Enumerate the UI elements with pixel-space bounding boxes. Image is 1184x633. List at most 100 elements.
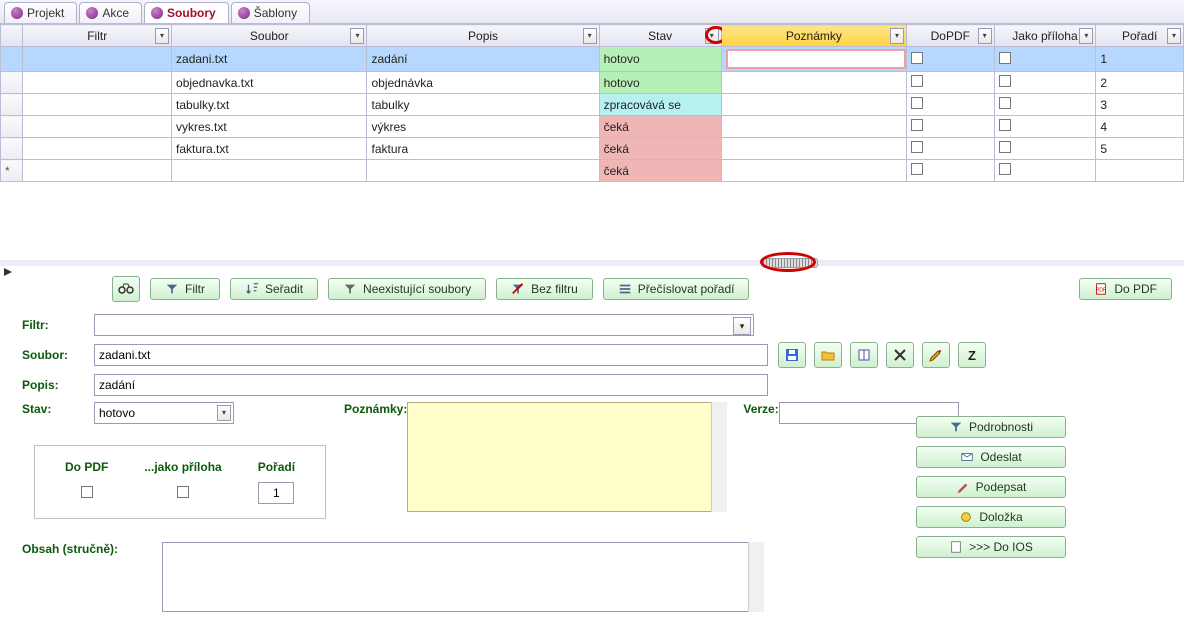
- dropdown-icon[interactable]: ▾: [155, 28, 169, 44]
- checkbox[interactable]: [999, 52, 1011, 64]
- cell-soubor[interactable]: vykres.txt: [172, 116, 367, 138]
- cell-soubor[interactable]: faktura.txt: [172, 138, 367, 160]
- checkbox[interactable]: [911, 97, 923, 109]
- cell-dopdf[interactable]: [907, 94, 995, 116]
- dropdown-icon[interactable]: ▾: [1167, 28, 1181, 44]
- row-selector-header[interactable]: [1, 25, 23, 47]
- poznamky-input[interactable]: [726, 49, 906, 69]
- cell-poradi[interactable]: 3: [1096, 94, 1184, 116]
- poznamky-textarea[interactable]: [407, 402, 727, 512]
- dropdown-icon[interactable]: ▾: [583, 28, 597, 44]
- cell-dopdf[interactable]: [907, 138, 995, 160]
- cell-popis[interactable]: výkres: [367, 116, 599, 138]
- cell-dopdf[interactable]: [907, 47, 995, 72]
- checkbox[interactable]: [911, 163, 923, 175]
- new-row[interactable]: * čeká: [1, 160, 1184, 182]
- cell-jako[interactable]: [994, 138, 1096, 160]
- seradit-button[interactable]: Seřadit: [230, 278, 318, 300]
- cell-stav[interactable]: čeká: [599, 138, 721, 160]
- dolozka-button[interactable]: Doložka: [916, 506, 1066, 528]
- cell-jako[interactable]: [994, 116, 1096, 138]
- cell-poradi[interactable]: 4: [1096, 116, 1184, 138]
- chevron-down-icon[interactable]: ▾: [217, 405, 231, 421]
- cell-stav[interactable]: čeká: [599, 116, 721, 138]
- bez-filtru-button[interactable]: Bez filtru: [496, 278, 593, 300]
- tab-sablony[interactable]: Šablony: [231, 2, 310, 23]
- col-poradi[interactable]: Pořadí▾: [1096, 25, 1184, 47]
- checkbox[interactable]: [911, 75, 923, 87]
- cell-filtr[interactable]: [23, 116, 172, 138]
- cell-poznamky[interactable]: [721, 116, 906, 138]
- scrollbar[interactable]: [748, 542, 764, 612]
- cell-filtr[interactable]: [23, 94, 172, 116]
- checkbox[interactable]: [999, 97, 1011, 109]
- book-button[interactable]: [850, 342, 878, 368]
- cell-soubor[interactable]: tabulky.txt: [172, 94, 367, 116]
- cell-poznamky[interactable]: [721, 72, 906, 94]
- cell-poradi[interactable]: 2: [1096, 72, 1184, 94]
- col-soubor[interactable]: Soubor▾: [172, 25, 367, 47]
- edit-button[interactable]: [922, 342, 950, 368]
- checkbox[interactable]: [911, 119, 923, 131]
- row-selector[interactable]: [1, 94, 23, 116]
- z-button[interactable]: Z: [958, 342, 986, 368]
- col-dopdf[interactable]: DoPDF▾: [907, 25, 995, 47]
- dropdown-icon[interactable]: ▾: [978, 28, 992, 44]
- scrollbar[interactable]: [711, 402, 727, 512]
- tab-projekt[interactable]: Projekt: [4, 2, 77, 23]
- cell-poradi[interactable]: 1: [1096, 47, 1184, 72]
- cell-filtr[interactable]: [23, 138, 172, 160]
- cell-dopdf[interactable]: [907, 116, 995, 138]
- new-row-marker[interactable]: *: [1, 160, 23, 182]
- cell-poradi[interactable]: 5: [1096, 138, 1184, 160]
- table-row[interactable]: objednavka.txtobjednávkahotovo2: [1, 72, 1184, 94]
- cell-filtr[interactable]: [23, 72, 172, 94]
- cell-jako[interactable]: [994, 94, 1096, 116]
- filtr-button[interactable]: Filtr: [150, 278, 220, 300]
- cell-poznamky[interactable]: [721, 138, 906, 160]
- cell-popis[interactable]: objednávka: [367, 72, 599, 94]
- cell-filtr[interactable]: [23, 47, 172, 72]
- chevron-down-icon[interactable]: ▾: [733, 317, 751, 335]
- col-poznamky[interactable]: Poznámky▾: [721, 25, 906, 47]
- cell-dopdf[interactable]: [907, 72, 995, 94]
- cell-popis[interactable]: zadání: [367, 47, 599, 72]
- soubor-input[interactable]: [94, 344, 768, 366]
- expand-toggle-icon[interactable]: [2, 266, 14, 278]
- checkbox[interactable]: [911, 141, 923, 153]
- row-selector[interactable]: [1, 138, 23, 160]
- cell-jako[interactable]: [994, 47, 1096, 72]
- tab-soubory[interactable]: Soubory: [144, 2, 229, 23]
- jakopriloha-checkbox[interactable]: [177, 486, 189, 498]
- dropdown-icon[interactable]: ▾: [890, 28, 904, 44]
- dropdown-icon[interactable]: ▾: [350, 28, 364, 44]
- checkbox[interactable]: [999, 119, 1011, 131]
- cell-popis[interactable]: faktura: [367, 138, 599, 160]
- cell-poznamky[interactable]: [721, 47, 906, 72]
- dropdown-icon[interactable]: ▾: [705, 28, 719, 44]
- row-selector[interactable]: [1, 116, 23, 138]
- stav-select[interactable]: [94, 402, 234, 424]
- do-ios-button[interactable]: >>> Do IOS: [916, 536, 1066, 558]
- table-row[interactable]: faktura.txtfakturačeká 5: [1, 138, 1184, 160]
- cell-stav[interactable]: hotovo: [599, 47, 721, 72]
- cell-stav[interactable]: hotovo: [599, 72, 721, 94]
- checkbox[interactable]: [911, 52, 923, 64]
- cell-stav[interactable]: zpracovává se: [599, 94, 721, 116]
- col-stav[interactable]: Stav▾: [599, 25, 721, 47]
- cell-stav[interactable]: čeká: [599, 160, 721, 182]
- row-selector[interactable]: [1, 72, 23, 94]
- dropdown-icon[interactable]: ▾: [1079, 28, 1093, 44]
- cell-poznamky[interactable]: [721, 94, 906, 116]
- cell-jako[interactable]: [994, 72, 1096, 94]
- checkbox[interactable]: [999, 75, 1011, 87]
- open-folder-button[interactable]: [814, 342, 842, 368]
- podepsat-button[interactable]: Podepsat: [916, 476, 1066, 498]
- neexistujici-button[interactable]: Neexistující soubory: [328, 278, 486, 300]
- binoculars-button[interactable]: [112, 276, 140, 302]
- odeslat-button[interactable]: Odeslat: [916, 446, 1066, 468]
- table-row[interactable]: vykres.txtvýkresčeká 4: [1, 116, 1184, 138]
- delete-button[interactable]: [886, 342, 914, 368]
- table-row[interactable]: zadani.txtzadáníhotovo1: [1, 47, 1184, 72]
- col-filtr[interactable]: Filtr▾: [23, 25, 172, 47]
